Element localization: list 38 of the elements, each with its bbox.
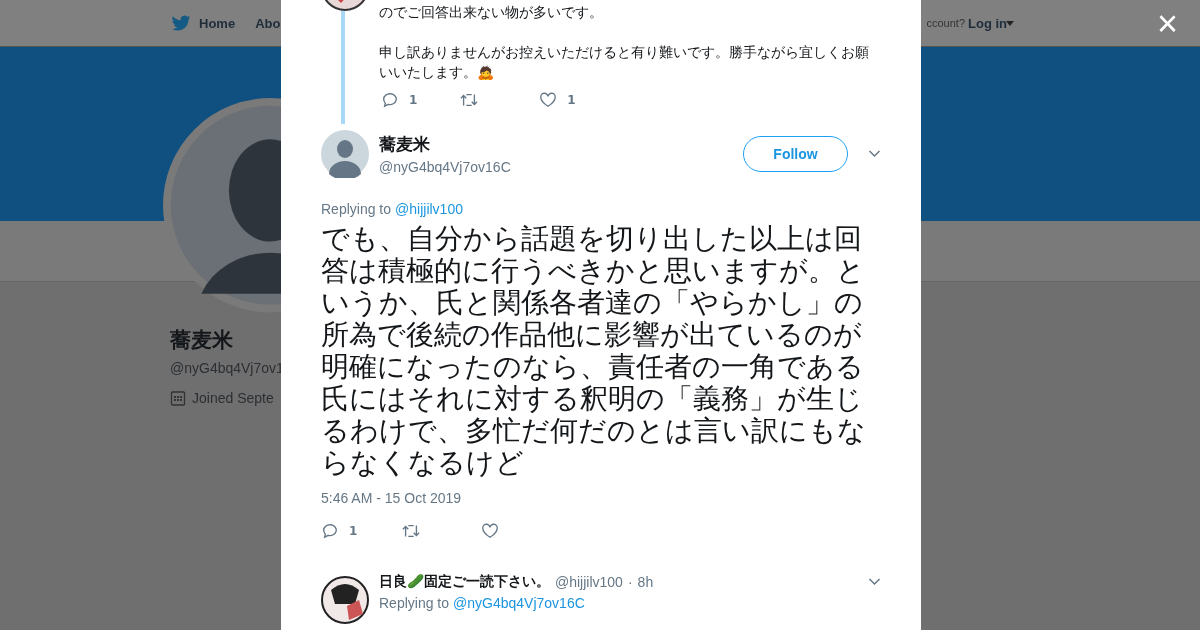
avatar: [321, 130, 369, 178]
retweet-icon[interactable]: [459, 91, 480, 109]
user-handle: @nyG4bq4Vj7ov16C: [379, 159, 512, 175]
close-icon[interactable]: ×: [1156, 2, 1178, 46]
heart-icon[interactable]: [539, 91, 558, 109]
tweet-text: でも、自分から話題を切り出した以上は回答は積極的に行うべきかと思いますが。というか、氏と関係各者達の「やらかし」の所為で後続の作品他に影響が出ているのが明確になったのなら、責任者の一角である氏にはそれに対する釈明の「義務」が生じるわけで、多忙だ何だのとは言い訳にもならなくなるけど: [320, 221, 867, 479]
account-prompt: ccount?: [926, 17, 965, 29]
caret-icon: [1006, 20, 1014, 26]
chevron-icon[interactable]: [868, 578, 881, 586]
like-count: 1: [567, 93, 576, 107]
reply-count: 1: [409, 93, 418, 107]
profile-name: 蕎麦米: [170, 327, 233, 354]
user-name: 日良🥒固定ご一読下さい。: [379, 573, 550, 591]
reply-icon[interactable]: [321, 522, 339, 540]
user-name: 蕎麦米: [379, 133, 431, 156]
reply-count: 1: [349, 524, 358, 538]
chevron-icon[interactable]: [868, 150, 881, 158]
mention-link[interactable]: @hijjilv100: [395, 201, 463, 217]
tweet-time: 5:46 AM - 15 Oct 2019: [320, 489, 463, 506]
calendar-icon: [170, 390, 186, 406]
joined-date: Joined Septe: [192, 390, 274, 406]
login-link[interactable]: Log in: [968, 15, 1007, 31]
user-handle: @hijjilv100: [555, 574, 623, 590]
follow-button[interactable]: Follow: [743, 136, 848, 172]
replying-label: Replying to: [379, 595, 450, 611]
retweet-icon[interactable]: [401, 522, 422, 540]
tweet-age: 8h: [637, 574, 654, 590]
replying-label: Replying to: [321, 201, 392, 217]
profile-handle: @nyG4bq4Vj7ov1: [170, 360, 284, 376]
home-link[interactable]: Home: [199, 15, 236, 31]
separator-dot: ·: [627, 574, 633, 590]
about-link[interactable]: Abo: [255, 15, 281, 31]
avatar: [321, 576, 369, 624]
reply-icon[interactable]: [381, 91, 399, 109]
tweet-text-line: 申し訳ありませんがお控えいただけると有り難いです。勝手ながら宜しくお願いいたします。🙇: [379, 43, 870, 82]
tweet-text-line: のでご回答出来ない物が多いです。: [379, 3, 604, 22]
heart-icon[interactable]: [481, 522, 500, 540]
mention-link[interactable]: @nyG4bq4Vj7ov16C: [453, 595, 585, 611]
